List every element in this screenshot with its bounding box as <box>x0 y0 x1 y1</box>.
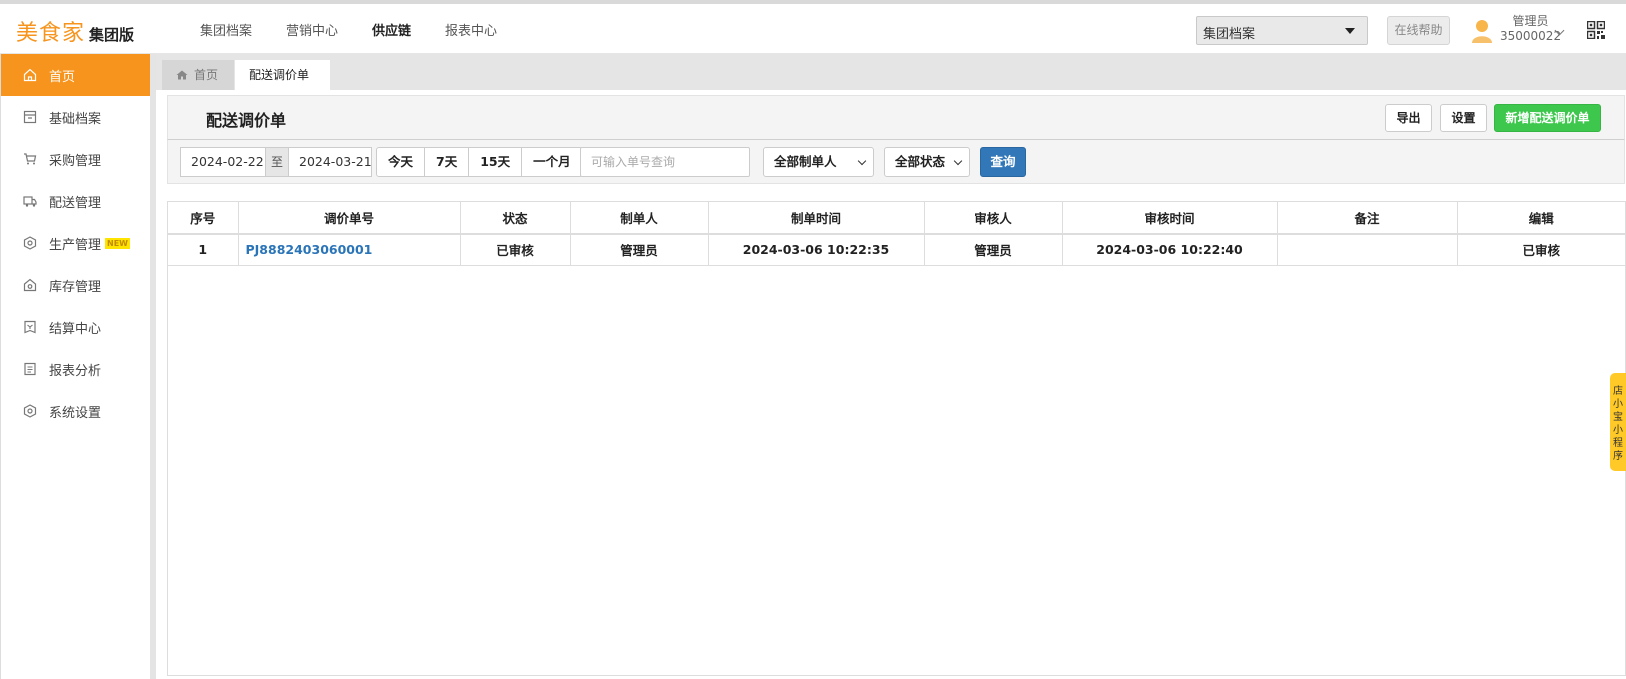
top-strip <box>0 0 1626 4</box>
report-icon <box>24 362 36 376</box>
top-header: 美食家 集团版 集团档案 营销中心 供应链 报表中心 集团档案 在线帮助 管理员… <box>0 0 1626 54</box>
tab-home[interactable]: 首页 <box>162 60 234 90</box>
cell-make-time: 2024-03-06 10:22:35 <box>708 234 925 266</box>
chevron-down-icon <box>953 156 963 166</box>
production-icon <box>23 236 37 250</box>
sidebar-item-home[interactable]: 首页 <box>1 54 150 96</box>
date-to-input[interactable]: 2024-03-21 <box>288 147 372 177</box>
range-today-button[interactable]: 今天 <box>377 148 426 176</box>
range-month-button[interactable]: 一个月 <box>522 148 582 176</box>
maker-select-value: 全部制单人 <box>774 154 837 169</box>
chevron-down-icon <box>857 156 867 166</box>
sidebar-item-label: 采购管理 <box>49 153 102 169</box>
truck-icon <box>23 196 37 207</box>
sidebar-item-label: 生产管理 <box>49 237 102 253</box>
sidebar-item-label: 报表分析 <box>49 363 102 379</box>
column-header[interactable]: 状态 <box>460 202 571 235</box>
sidebar-item-system-settings[interactable]: 系统设置 <box>1 390 150 432</box>
new-badge: NEW <box>105 237 130 249</box>
status-select[interactable]: 全部状态 <box>884 147 970 177</box>
tab-price-adjustment[interactable]: 配送调价单 <box>235 60 330 90</box>
settlement-icon <box>24 320 36 334</box>
topnav-item-supply-chain[interactable]: 供应链 <box>372 20 412 40</box>
range-15days-button[interactable]: 15天 <box>469 148 523 176</box>
cell-remark <box>1277 234 1458 266</box>
date-from-input[interactable]: 2024-02-22 <box>180 147 266 177</box>
mini-program-float-tab[interactable]: 店小宝小程序 <box>1610 373 1626 471</box>
app-logo[interactable]: 美食家 集团版 <box>16 15 134 46</box>
maker-select[interactable]: 全部制单人 <box>763 147 874 177</box>
qr-code-icon[interactable] <box>1587 21 1605 39</box>
sidebar-item-label: 首页 <box>49 69 76 85</box>
org-select-value: 集团档案 <box>1203 27 1256 42</box>
online-help-button[interactable]: 在线帮助 <box>1387 16 1450 45</box>
page-title: 配送调价单 <box>206 111 287 130</box>
order-number-link[interactable]: PJ8882403060001 <box>238 234 461 266</box>
filter-bar: 2024-02-22 至 2024-03-21 今天 7天 15天 一个月 全部… <box>167 140 1625 184</box>
user-avatar-icon[interactable] <box>1471 18 1493 44</box>
range-7days-button[interactable]: 7天 <box>425 148 470 176</box>
sidebar-item-label: 配送管理 <box>49 195 102 211</box>
user-id: 35000022 <box>1500 29 1562 43</box>
column-header[interactable]: 序号 <box>168 202 239 235</box>
cell-reviewer: 管理员 <box>924 234 1063 266</box>
sidebar-item-label: 库存管理 <box>49 279 102 295</box>
sidebar-item-inventory[interactable]: 库存管理 <box>1 264 150 306</box>
brand-name: 美食家 <box>16 21 86 46</box>
top-nav: 集团档案 营销中心 供应链 报表中心 <box>200 20 531 40</box>
column-header[interactable]: 编辑 <box>1457 202 1625 235</box>
sidebar-item-report-analysis[interactable]: 报表分析 <box>1 348 150 390</box>
panel-header: 配送调价单 导出 设置 新增配送调价单 <box>167 95 1625 140</box>
sidebar-item-purchase[interactable]: 采购管理 <box>1 138 150 180</box>
home-icon <box>176 70 188 80</box>
sidebar-item-label: 系统设置 <box>49 405 102 421</box>
topnav-item-marketing[interactable]: 营销中心 <box>286 20 338 39</box>
caret-down-icon <box>1345 28 1355 34</box>
price-adjustment-table: 序号 调价单号 状态 制单人 制单时间 审核人 审核时间 备注 编辑 1 PJ8… <box>167 201 1626 676</box>
table-row[interactable]: 1 PJ8882403060001 已审核 管理员 2024-03-06 10:… <box>168 234 1625 266</box>
cell-maker: 管理员 <box>570 234 709 266</box>
status-select-value: 全部状态 <box>895 154 946 169</box>
org-select[interactable]: 集团档案 <box>1196 16 1368 45</box>
sidebar-item-distribution[interactable]: 配送管理 <box>1 180 150 222</box>
query-button[interactable]: 查询 <box>980 147 1026 177</box>
tab-label: 首页 <box>194 68 219 82</box>
warehouse-icon <box>23 278 37 292</box>
sidebar: 首页 基础档案 采购管理 配送管理 生产管理 NEW 库存管理 结算中心 报表分… <box>0 54 156 679</box>
settings-button[interactable]: 设置 <box>1440 104 1487 132</box>
user-info[interactable]: 管理员 35000022 <box>1500 14 1561 44</box>
column-header[interactable]: 备注 <box>1277 202 1458 235</box>
new-price-adjustment-button[interactable]: 新增配送调价单 <box>1494 104 1601 132</box>
topnav-item-archive[interactable]: 集团档案 <box>200 20 252 39</box>
cart-icon <box>24 153 37 165</box>
sidebar-item-settlement[interactable]: 结算中心 <box>1 306 150 348</box>
topnav-item-reports[interactable]: 报表中心 <box>445 20 497 39</box>
column-header[interactable]: 调价单号 <box>238 202 461 235</box>
quick-range-group: 今天 7天 15天 一个月 <box>376 147 583 177</box>
export-button[interactable]: 导出 <box>1385 104 1432 132</box>
cell-edit[interactable]: 已审核 <box>1457 234 1625 266</box>
settings-icon <box>23 404 37 418</box>
archive-icon <box>23 110 37 124</box>
brand-edition: 集团版 <box>89 26 135 44</box>
sidebar-item-production[interactable]: 生产管理 NEW <box>1 222 150 264</box>
user-role: 管理员 <box>1512 14 1549 28</box>
sidebar-item-basic-archive[interactable]: 基础档案 <box>1 96 150 138</box>
sidebar-item-label: 基础档案 <box>49 111 102 127</box>
column-header[interactable]: 审核时间 <box>1062 202 1278 235</box>
column-header[interactable]: 制单人 <box>570 202 709 235</box>
column-header[interactable]: 制单时间 <box>708 202 925 235</box>
tab-bar: 首页 配送调价单 <box>156 54 1626 90</box>
table-header-row: 序号 调价单号 状态 制单人 制单时间 审核人 审核时间 备注 编辑 <box>168 202 1625 235</box>
cell-review-time: 2024-03-06 10:22:40 <box>1062 234 1278 266</box>
sidebar-item-label: 结算中心 <box>49 321 102 337</box>
home-icon <box>23 68 37 82</box>
order-number-search-input[interactable] <box>580 147 750 177</box>
cell-index: 1 <box>168 234 239 266</box>
column-header[interactable]: 审核人 <box>924 202 1063 235</box>
date-range-separator: 至 <box>266 147 288 177</box>
cell-status: 已审核 <box>460 234 571 266</box>
